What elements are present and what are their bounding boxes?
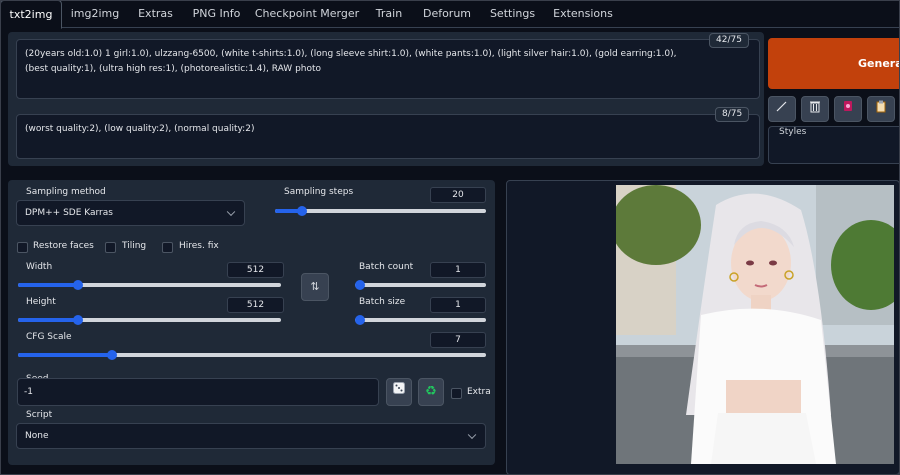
positive-prompt-line-2: (best quality:1), (ultra high res:1), (p… bbox=[25, 64, 322, 74]
extra-checkbox[interactable] bbox=[451, 388, 462, 399]
seed-input[interactable]: -1 bbox=[17, 378, 379, 406]
clipboard-icon[interactable] bbox=[867, 96, 895, 122]
cfg-scale-label: CFG Scale bbox=[26, 332, 72, 342]
height-label: Height bbox=[26, 297, 56, 307]
script-label: Script bbox=[26, 410, 53, 420]
styles-label: Styles bbox=[779, 127, 807, 137]
tab-img2img[interactable]: img2img bbox=[62, 0, 128, 28]
batch-size-label: Batch size bbox=[359, 297, 406, 307]
chevron-down-icon bbox=[467, 430, 477, 440]
batch-size-input[interactable]: 1 bbox=[430, 297, 486, 313]
sampling-steps-input[interactable]: 20 bbox=[430, 187, 486, 203]
chevron-down-icon bbox=[226, 207, 236, 217]
dice-icon[interactable] bbox=[386, 378, 412, 406]
negative-prompt-text: (worst quality:2), (low quality:2), (nor… bbox=[25, 124, 255, 134]
width-slider[interactable] bbox=[18, 280, 281, 290]
recycle-icon[interactable]: ♻ bbox=[418, 378, 444, 406]
slider-thumb[interactable] bbox=[355, 280, 365, 290]
positive-prompt-input[interactable]: (20years old:1.0) 1 girl:1.0), ulzzang-6… bbox=[16, 39, 760, 99]
tab-txt2img[interactable]: txt2img bbox=[0, 0, 62, 29]
height-input[interactable]: 512 bbox=[227, 297, 284, 313]
tab-extras[interactable]: Extras bbox=[128, 0, 183, 28]
hires-fix-label: Hires. fix bbox=[179, 241, 219, 251]
sampling-steps-slider[interactable] bbox=[275, 206, 486, 216]
sampling-method-label: Sampling method bbox=[26, 187, 106, 197]
batch-size-slider[interactable] bbox=[355, 315, 486, 325]
tab-train[interactable]: Train bbox=[364, 0, 414, 28]
cfg-scale-input[interactable]: 7 bbox=[430, 332, 486, 348]
restore-faces-label: Restore faces bbox=[33, 241, 94, 251]
card-icon[interactable] bbox=[834, 96, 862, 122]
generated-image[interactable] bbox=[616, 185, 894, 464]
tab-png-info[interactable]: PNG Info bbox=[183, 0, 250, 28]
tab-extensions[interactable]: Extensions bbox=[545, 0, 621, 28]
pencil-icon[interactable] bbox=[768, 96, 796, 122]
positive-token-counter: 42/75 bbox=[709, 33, 749, 48]
script-value: None bbox=[25, 431, 49, 441]
sampling-steps-label: Sampling steps bbox=[284, 187, 354, 197]
restore-faces-checkbox[interactable] bbox=[17, 242, 28, 253]
sampling-method-value: DPM++ SDE Karras bbox=[25, 208, 113, 218]
hires-fix-checkbox[interactable] bbox=[162, 242, 173, 253]
tab-deforum[interactable]: Deforum bbox=[414, 0, 480, 28]
slider-thumb[interactable] bbox=[106, 350, 117, 360]
tab-bar: txt2img img2img Extras PNG Info Checkpoi… bbox=[0, 0, 900, 29]
negative-token-counter: 8/75 bbox=[715, 107, 750, 122]
script-select[interactable]: None bbox=[16, 423, 486, 449]
tab-settings[interactable]: Settings bbox=[480, 0, 545, 28]
batch-count-label: Batch count bbox=[359, 262, 414, 272]
styles-dropdown[interactable]: Styles bbox=[768, 126, 900, 164]
width-input[interactable]: 512 bbox=[227, 262, 284, 278]
height-slider[interactable] bbox=[18, 315, 281, 325]
sampling-method-select[interactable]: DPM++ SDE Karras bbox=[16, 200, 245, 226]
extra-label: Extra bbox=[467, 387, 491, 397]
tiling-label: Tiling bbox=[122, 241, 147, 251]
trash-icon[interactable] bbox=[801, 96, 829, 122]
positive-prompt-line-1: (20years old:1.0) 1 girl:1.0), ulzzang-6… bbox=[25, 49, 677, 59]
tiling-checkbox[interactable] bbox=[105, 242, 116, 253]
slider-thumb[interactable] bbox=[355, 315, 365, 325]
swap-dimensions-button[interactable]: ⇅ bbox=[301, 273, 329, 301]
batch-count-slider[interactable] bbox=[355, 280, 486, 290]
cfg-scale-slider[interactable] bbox=[18, 350, 486, 360]
tab-checkpoint-merger[interactable]: Checkpoint Merger bbox=[250, 0, 364, 28]
generate-button[interactable]: Generat bbox=[768, 38, 900, 89]
negative-prompt-input[interactable]: (worst quality:2), (low quality:2), (nor… bbox=[16, 114, 760, 159]
batch-count-input[interactable]: 1 bbox=[430, 262, 486, 278]
width-label: Width bbox=[26, 262, 53, 272]
